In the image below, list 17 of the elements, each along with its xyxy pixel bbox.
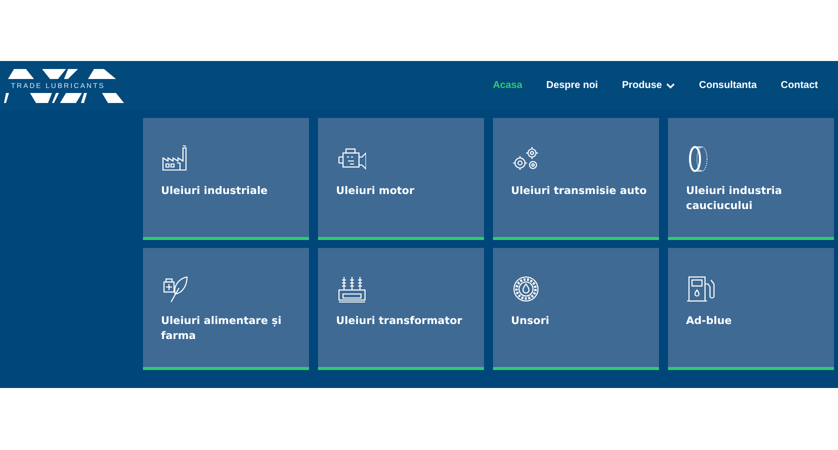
- transformer-icon: [336, 274, 366, 304]
- bearing-icon: [511, 274, 541, 304]
- category-card[interactable]: Uleiuri industriale: [143, 118, 309, 240]
- category-card[interactable]: Uleiuri motor: [318, 118, 484, 240]
- nav-link[interactable]: Despre noi: [546, 78, 598, 93]
- nav-link[interactable]: Consultanta: [698, 78, 757, 93]
- nav-link[interactable]: Produse: [622, 78, 675, 93]
- nav-link[interactable]: Contact: [780, 78, 818, 93]
- logo-mark-drawing[interactable]: [4, 66, 124, 104]
- category-card[interactable]: Uleiuri transformator: [318, 248, 484, 370]
- category-card[interactable]: Unsori: [493, 248, 659, 370]
- category-card[interactable]: Uleiuri alimentare și farma: [143, 248, 309, 370]
- nav-link[interactable]: Acasa: [492, 78, 522, 93]
- category-card[interactable]: Uleiuri transmisie auto: [493, 118, 659, 240]
- fuel-pump-icon: [686, 274, 716, 304]
- category-card[interactable]: Uleiuri industria cauciucului: [668, 118, 834, 240]
- category-card[interactable]: Ad-blue: [668, 248, 834, 370]
